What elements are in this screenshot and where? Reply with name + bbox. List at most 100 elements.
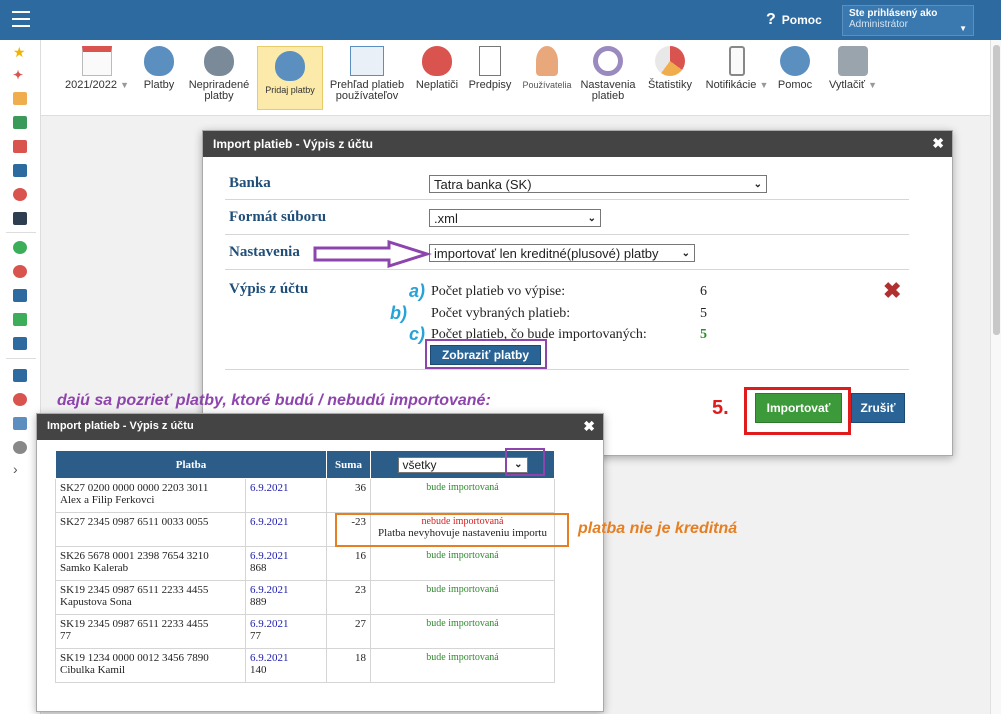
toolbar-label: Notifikácie	[705, 79, 757, 91]
clipboard-icon[interactable]	[13, 212, 27, 225]
toolbar-school-year[interactable]: 2021/2022 ▼	[63, 46, 131, 110]
page-scrollbar[interactable]	[990, 40, 1001, 714]
printer-icon	[838, 46, 868, 76]
toolbar-label: Predpisy	[468, 79, 512, 91]
toolbar-nepriradene[interactable]: Nepriradené platby	[187, 46, 251, 110]
row-vs: 77	[250, 630, 261, 642]
chevron-down-icon: ⌄	[587, 212, 596, 224]
format-label: Formát súboru	[229, 209, 327, 225]
book-icon[interactable]	[13, 164, 27, 177]
toolbar-notifikacie[interactable]: Notifikácie ▼	[701, 46, 773, 110]
format-select-value: .xml	[434, 210, 458, 226]
row-vs: 889	[250, 596, 267, 608]
toolbar-statistiky[interactable]: Štatistiky	[645, 46, 695, 110]
toolbar: 2021/2022 ▼ Platby Nepriradené platby Pr…	[41, 40, 990, 116]
scrollbar-thumb[interactable]	[993, 45, 1000, 335]
row-date: 6.9.2021	[250, 516, 289, 528]
toolbar-label: Pomoc	[777, 79, 813, 91]
user-menu[interactable]: Ste prihlásený ako Administrátor ▼	[842, 5, 974, 36]
toolbar-prehlad[interactable]: Prehľad platieb používateľov	[329, 46, 405, 110]
money-icon[interactable]	[13, 265, 27, 278]
cancel-button[interactable]: Zrušiť	[851, 393, 905, 423]
chevron-down-icon: ▼	[959, 24, 967, 33]
help-link[interactable]: ? Pomoc	[766, 11, 822, 29]
toolbar-label: Neplatiči	[415, 79, 459, 91]
format-select[interactable]: .xml ⌄	[429, 209, 601, 227]
table-row: SK26 5678 0001 2398 7654 3210 Samko Kaler…	[55, 546, 555, 581]
toolbar-predpisy[interactable]: Predpisy	[467, 46, 513, 110]
sidebar: ★ ✦ ›	[0, 40, 41, 714]
table-row: SK19 2345 0987 6511 2233 4455 77 6.9.2021…	[55, 614, 555, 649]
settings-select[interactable]: importovať len kreditné(plusové) platby …	[429, 244, 695, 262]
row-name: Kapustova Sona	[60, 596, 132, 608]
status-filter-value: všetky	[402, 457, 437, 472]
toolbar-neplatici[interactable]: Neplatiči	[413, 46, 461, 110]
arrow-annotation	[313, 240, 432, 268]
column-header-suma: Suma	[326, 450, 371, 479]
toolbar-pomoc[interactable]: Pomoc	[775, 46, 815, 110]
help-icon: ?	[766, 11, 776, 28]
bar-chart-icon[interactable]	[13, 337, 27, 350]
ledger-euro-icon	[350, 46, 384, 76]
close-icon[interactable]: ✖	[583, 418, 595, 435]
stat-import-value: 5	[700, 327, 707, 342]
home-icon[interactable]	[13, 116, 27, 129]
row-name: Alex a Filip Ferkovci	[60, 494, 155, 506]
close-icon[interactable]: ✖	[932, 135, 944, 152]
bank-label: Banka	[229, 175, 271, 191]
import-button[interactable]: Importovať	[755, 393, 842, 423]
highlight-show-button	[425, 339, 547, 369]
user-caption: Ste prihlásený ako	[849, 8, 938, 19]
briefcase-icon[interactable]	[13, 289, 27, 302]
chat-icon[interactable]	[13, 393, 27, 406]
row-date: 6.9.2021	[250, 652, 289, 664]
money-bag-euro-icon	[144, 46, 174, 76]
star-icon[interactable]: ★	[13, 44, 27, 60]
table-row: SK19 1234 0000 0012 3456 7890 Cibulka Kam…	[55, 648, 555, 683]
table-row: SK19 2345 0987 6511 2233 4455 Kapustova S…	[55, 580, 555, 615]
shield-icon[interactable]	[13, 313, 27, 326]
toolbar-label: Nastavenia platieb	[580, 79, 636, 102]
menu-icon[interactable]	[12, 11, 30, 27]
bank-select[interactable]: Tatra banka (SK) ⌄	[429, 175, 767, 193]
sidebar-divider	[6, 358, 36, 359]
row-sum: 23	[326, 580, 371, 615]
row-account: SK19 2345 0987 6511 2233 4455	[60, 584, 209, 596]
open-book-icon[interactable]	[13, 369, 27, 382]
column-header-platba: Platba	[55, 450, 327, 479]
toolbar-vytlacit[interactable]: Vytlačiť ▼	[825, 46, 881, 110]
money-bag-question-icon	[204, 46, 234, 76]
divider	[225, 234, 909, 235]
dropdown-arrow-icon: ▼	[759, 80, 769, 90]
gear-icon[interactable]	[13, 441, 27, 454]
annotation-letter-b: b)	[390, 303, 407, 323]
divider	[225, 369, 909, 370]
dropdown-arrow-icon: ▼	[120, 80, 129, 90]
help-label: Pomoc	[781, 13, 822, 27]
toolbar-pridaj-platby[interactable]: Pridaj platby	[257, 46, 323, 110]
toolbar-label: Používatelia	[522, 80, 572, 90]
row-date: 6.9.2021	[250, 550, 289, 562]
toolbar-nastavenia[interactable]: Nastavenia platieb	[579, 46, 637, 110]
wand-icon[interactable]: ✦	[13, 68, 27, 82]
calendar-icon[interactable]	[13, 140, 27, 153]
mail-icon[interactable]	[13, 92, 27, 105]
check-icon[interactable]	[13, 241, 27, 254]
pencil-icon[interactable]	[13, 417, 27, 430]
row-vs: 140	[250, 664, 267, 676]
chevron-right-icon[interactable]: ›	[13, 461, 27, 477]
toolbar-label: Nepriradené platby	[188, 79, 250, 102]
money-bag-clock-icon	[422, 46, 452, 76]
row-sum: 27	[326, 614, 371, 649]
remove-statement-icon[interactable]: ✖	[883, 278, 901, 304]
chevron-down-icon: ⌄	[753, 178, 762, 190]
highlight-filter	[505, 448, 545, 476]
dropdown-arrow-icon: ▼	[868, 80, 878, 90]
annotation-letter-a: a)	[409, 281, 426, 301]
user-icon[interactable]	[13, 188, 27, 201]
row-name: 77	[60, 630, 71, 642]
dialog-title: Import platieb - Výpis z účtu	[47, 420, 194, 432]
toolbar-pouzivatelia[interactable]: Používatelia	[519, 46, 575, 110]
toolbar-platby[interactable]: Platby	[139, 46, 179, 110]
money-bag-add-icon	[275, 51, 305, 81]
